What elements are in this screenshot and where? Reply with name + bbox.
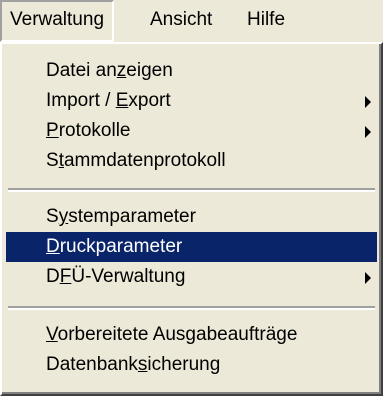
submenu-arrow-icon xyxy=(365,126,371,138)
menu-separator xyxy=(8,188,375,192)
menu-item-import-export[interactable]: Import / Export xyxy=(6,86,377,116)
verwaltung-dropdown-menu: Datei anzeigen Import / Export Protokoll… xyxy=(0,42,383,396)
submenu-arrow-icon xyxy=(365,272,371,284)
submenu-arrow-icon xyxy=(365,96,371,108)
menu-item-systemparameter[interactable]: Systemparameter xyxy=(6,202,377,232)
menu-item-datenbanksicherung[interactable]: Datenbanksicherung xyxy=(6,350,377,380)
menu-item-druckparameter[interactable]: Druckparameter xyxy=(6,232,377,262)
menu-bar: Verwaltung Ansicht Hilfe xyxy=(0,0,383,42)
menu-verwaltung[interactable]: Verwaltung xyxy=(0,0,115,42)
menu-hilfe[interactable]: Hilfe xyxy=(239,0,293,42)
menu-ansicht[interactable]: Ansicht xyxy=(142,0,220,42)
menu-item-stammdatenprotokoll[interactable]: Stammdatenprotokoll xyxy=(6,146,377,176)
menu-item-dfue-verwaltung[interactable]: DFÜ-Verwaltung xyxy=(6,262,377,292)
menu-item-protokolle[interactable]: Protokolle xyxy=(6,116,377,146)
menu-item-vorbereitete-ausgabeauftraege[interactable]: Vorbereitete Ausgabeaufträge xyxy=(6,320,377,350)
menu-separator xyxy=(8,306,375,310)
menu-item-datei-anzeigen[interactable]: Datei anzeigen xyxy=(6,56,377,86)
